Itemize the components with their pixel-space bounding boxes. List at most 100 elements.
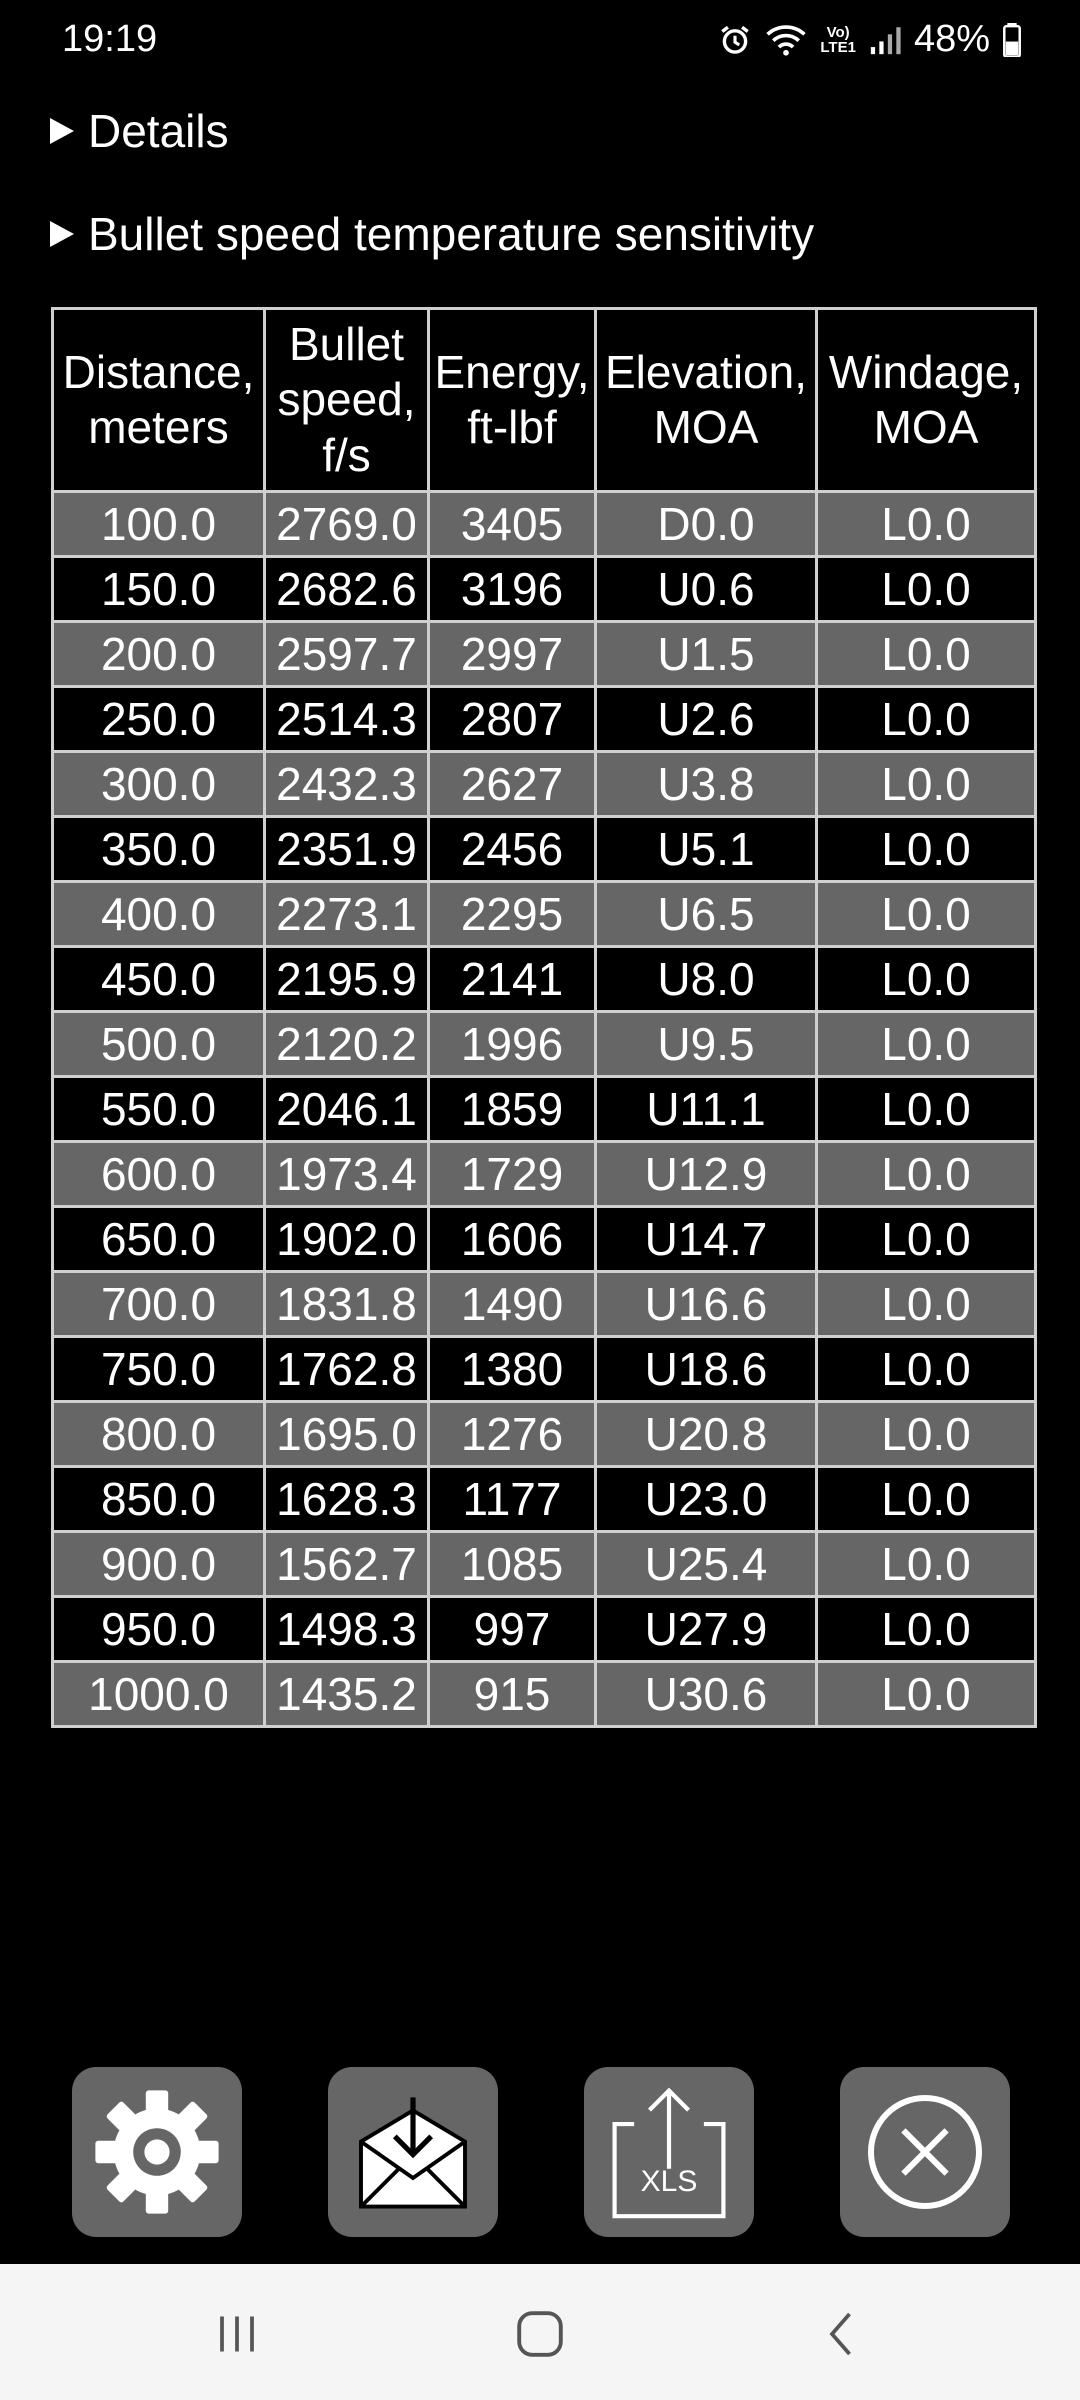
cell-windage: L0.0 xyxy=(815,490,1037,558)
gear-icon xyxy=(95,2090,219,2214)
close-button[interactable] xyxy=(840,2067,1010,2237)
cell-energy: 1490 xyxy=(427,1270,597,1338)
expand-triangle-icon xyxy=(50,118,74,144)
table-row: 700.0 1831.8 1490 U16.6 L0.0 xyxy=(51,1270,1037,1338)
table-row: 150.0 2682.6 3196 U0.6 L0.0 xyxy=(51,555,1037,623)
recent-apps-icon xyxy=(220,2316,254,2352)
cell-bullet-speed: 1435.2 xyxy=(263,1660,430,1728)
header-energy: Energy, ft-lbf xyxy=(427,307,597,493)
cell-bullet-speed: 2597.7 xyxy=(263,620,430,688)
cell-windage: L0.0 xyxy=(815,1270,1037,1338)
cell-windage: L0.0 xyxy=(815,1140,1037,1208)
cell-energy: 1996 xyxy=(427,1010,597,1078)
cell-elevation: U30.6 xyxy=(594,1660,818,1728)
cell-elevation: U11.1 xyxy=(594,1075,818,1143)
cell-windage: L0.0 xyxy=(815,880,1037,948)
cell-elevation: U27.9 xyxy=(594,1595,818,1663)
cell-windage: L0.0 xyxy=(815,1010,1037,1078)
cell-distance: 550.0 xyxy=(51,1075,266,1143)
cell-bullet-speed: 1762.8 xyxy=(263,1335,430,1403)
cell-distance: 650.0 xyxy=(51,1205,266,1273)
cell-energy: 2295 xyxy=(427,880,597,948)
settings-button[interactable] xyxy=(72,2067,242,2237)
signal-icon xyxy=(870,26,901,54)
wifi-icon xyxy=(766,24,807,56)
table-row: 500.0 2120.2 1996 U9.5 L0.0 xyxy=(51,1010,1037,1078)
cell-elevation: U9.5 xyxy=(594,1010,818,1078)
cell-distance: 500.0 xyxy=(51,1010,266,1078)
cell-energy: 2456 xyxy=(427,815,597,883)
email-export-button[interactable] xyxy=(328,2067,498,2237)
cell-energy: 1859 xyxy=(427,1075,597,1143)
details-toggle[interactable]: Details xyxy=(50,104,229,158)
navigation-bar xyxy=(0,2264,1080,2400)
cell-bullet-speed: 2120.2 xyxy=(263,1010,430,1078)
cell-elevation: U0.6 xyxy=(594,555,818,623)
cell-elevation: U6.5 xyxy=(594,880,818,948)
cell-windage: L0.0 xyxy=(815,945,1037,1013)
cell-distance: 850.0 xyxy=(51,1465,266,1533)
table-row: 600.0 1973.4 1729 U12.9 L0.0 xyxy=(51,1140,1037,1208)
cell-distance: 450.0 xyxy=(51,945,266,1013)
cell-bullet-speed: 1902.0 xyxy=(263,1205,430,1273)
table-header-row: Distance, meters Bullet speed, f/s Energy, f… xyxy=(51,307,1037,493)
cell-distance: 150.0 xyxy=(51,555,266,623)
cell-bullet-speed: 2769.0 xyxy=(263,490,430,558)
alarm-icon xyxy=(721,25,750,54)
cell-elevation: U3.8 xyxy=(594,750,818,818)
expand-triangle-icon xyxy=(50,221,74,247)
table-row: 800.0 1695.0 1276 U20.8 L0.0 xyxy=(51,1400,1037,1468)
cell-energy: 997 xyxy=(427,1595,597,1663)
back-icon xyxy=(829,2312,851,2356)
cell-distance: 600.0 xyxy=(51,1140,266,1208)
cell-windage: L0.0 xyxy=(815,685,1037,753)
cell-bullet-speed: 1973.4 xyxy=(263,1140,430,1208)
volte-indicator: Vo) LTE1 xyxy=(820,23,856,56)
cell-windage: L0.0 xyxy=(815,1530,1037,1598)
cell-elevation: U20.8 xyxy=(594,1400,818,1468)
cell-bullet-speed: 1562.7 xyxy=(263,1530,430,1598)
cell-energy: 1276 xyxy=(427,1400,597,1468)
header-bullet-speed: Bullet speed, f/s xyxy=(263,307,430,493)
home-icon xyxy=(517,2311,563,2357)
recent-apps-button[interactable] xyxy=(207,2304,267,2364)
table-row: 100.0 2769.0 3405 D0.0 L0.0 xyxy=(51,490,1037,558)
table-row: 900.0 1562.7 1085 U25.4 L0.0 xyxy=(51,1530,1037,1598)
cell-elevation: U25.4 xyxy=(594,1530,818,1598)
status-time: 19:19 xyxy=(62,18,158,60)
header-distance: Distance, meters xyxy=(51,307,266,493)
cell-bullet-speed: 1695.0 xyxy=(263,1400,430,1468)
table-row: 950.0 1498.3 997 U27.9 L0.0 xyxy=(51,1595,1037,1663)
cell-elevation: U23.0 xyxy=(594,1465,818,1533)
cell-bullet-speed: 2046.1 xyxy=(263,1075,430,1143)
cell-windage: L0.0 xyxy=(815,1400,1037,1468)
xls-export-button[interactable]: XLS xyxy=(584,2067,754,2237)
cell-distance: 1000.0 xyxy=(51,1660,266,1728)
table-row: 850.0 1628.3 1177 U23.0 L0.0 xyxy=(51,1465,1037,1533)
home-button[interactable] xyxy=(510,2304,570,2364)
cell-windage: L0.0 xyxy=(815,750,1037,818)
cell-windage: L0.0 xyxy=(815,815,1037,883)
ballistic-table: Distance, meters Bullet speed, f/s Energy, f… xyxy=(51,307,1037,1728)
cell-elevation: U18.6 xyxy=(594,1335,818,1403)
cell-elevation: U14.7 xyxy=(594,1205,818,1273)
status-icons: Vo) LTE1 48% xyxy=(718,18,1022,61)
table-body: 100.0 2769.0 3405 D0.0 L0.0 150.0 2682.6 3196 U0… xyxy=(51,490,1037,1728)
cell-distance: 750.0 xyxy=(51,1335,266,1403)
cell-energy: 2807 xyxy=(427,685,597,753)
sensitivity-toggle[interactable]: Bullet speed temperature sensitivity xyxy=(50,207,814,261)
battery-icon xyxy=(1003,22,1021,57)
envelope-download-icon xyxy=(359,2097,467,2209)
cell-elevation: U5.1 xyxy=(594,815,818,883)
table-row: 650.0 1902.0 1606 U14.7 L0.0 xyxy=(51,1205,1037,1273)
table-row: 450.0 2195.9 2141 U8.0 L0.0 xyxy=(51,945,1037,1013)
table-row: 350.0 2351.9 2456 U5.1 L0.0 xyxy=(51,815,1037,883)
sensitivity-label: Bullet speed temperature sensitivity xyxy=(88,208,815,260)
cell-distance: 700.0 xyxy=(51,1270,266,1338)
xls-label: XLS xyxy=(640,2165,698,2198)
cell-energy: 1085 xyxy=(427,1530,597,1598)
cell-elevation: U12.9 xyxy=(594,1140,818,1208)
header-elevation: Elevation, MOA xyxy=(594,307,818,493)
cell-distance: 900.0 xyxy=(51,1530,266,1598)
back-button[interactable] xyxy=(812,2304,872,2364)
